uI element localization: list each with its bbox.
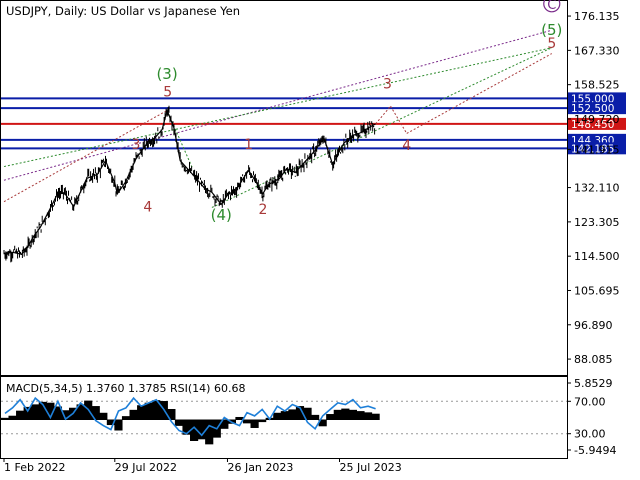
wave-label-red: 3: [383, 77, 392, 93]
macd-bar: [31, 404, 40, 420]
y-tick-label: 96.890: [574, 319, 613, 332]
macd-bar: [91, 406, 100, 420]
x-tick-label: 1 Feb 2022: [4, 461, 65, 474]
macd-bar: [8, 415, 17, 420]
x-tick-label: 29 Jul 2022: [115, 461, 177, 474]
y-tick-label: 167.330: [574, 44, 620, 57]
macd-bar: [114, 419, 123, 431]
wave-label-green: (4): [211, 206, 232, 224]
macd-bar: [129, 409, 138, 420]
main-plot-frame: [0, 0, 568, 376]
y-tick-label: 141.915: [574, 143, 620, 156]
x-tick-label: 26 Jan 2023: [227, 461, 293, 474]
indicator-y-tick-label: 70.00: [574, 395, 606, 408]
wave-label-red: 3: [132, 137, 141, 153]
macd-bar: [137, 405, 146, 420]
macd-bar: [273, 412, 282, 420]
wave-label-red: 4: [402, 138, 411, 154]
wave-label-red: 2: [258, 202, 267, 218]
macd-bar: [174, 419, 184, 426]
macd-bar: [99, 412, 108, 420]
chart-canvas: 155.000152.500148.450144.360142.185 (3)(…: [0, 0, 626, 474]
macd-bar: [280, 411, 289, 420]
macd-bar: [363, 412, 373, 420]
y-tick-label: 176.135: [574, 10, 620, 23]
macd-bar: [311, 414, 320, 420]
y-tick-label: 88.085: [574, 353, 613, 366]
macd-bar: [341, 408, 350, 420]
macd-bar: [326, 414, 335, 420]
macd-bar: [250, 419, 259, 428]
macd-bar: [16, 410, 25, 420]
wave-label-red: 4: [143, 199, 152, 215]
wave-label-red: 1: [244, 137, 253, 153]
macd-bar: [205, 419, 214, 445]
y-tick-label: 105.695: [574, 284, 620, 297]
y-tick-label: 114.500: [574, 250, 620, 263]
wave-label-purple: C: [547, 0, 556, 13]
chart-title: USDJPY, Daily: US Dollar vs Japanese Yen: [6, 4, 240, 18]
macd-bar: [288, 409, 297, 420]
macd-bar: [258, 419, 267, 423]
macd-bar: [0, 417, 10, 420]
macd-bar: [333, 409, 342, 420]
macd-bar: [371, 413, 380, 420]
y-tick-label: 158.525: [574, 79, 620, 92]
x-tick-label: 25 Jul 2023: [340, 461, 402, 474]
indicator-title: MACD(5,34,5) 1.3760 1.3785 RSI(14) 60.68: [6, 382, 245, 395]
indicator-y-tick-label: -5.9494: [574, 444, 616, 457]
wave-label-red: 5: [547, 36, 556, 52]
indicator-y-tick-label: 30.00: [574, 428, 606, 441]
wave-label-red: 5: [163, 84, 172, 100]
y-tick-label: 123.305: [574, 216, 620, 229]
indicator-y-tick-label: 5.8529: [574, 377, 613, 390]
macd-bar: [23, 406, 32, 420]
macd-bar: [242, 419, 252, 424]
wave-label-green: (3): [156, 65, 177, 83]
y-tick-label: 132.110: [574, 182, 620, 195]
macd-bar: [356, 411, 365, 420]
macd-bar: [144, 402, 153, 420]
y-tick-label: 149.720: [574, 113, 620, 126]
macd-bar: [348, 409, 358, 420]
macd-bar: [121, 416, 131, 420]
